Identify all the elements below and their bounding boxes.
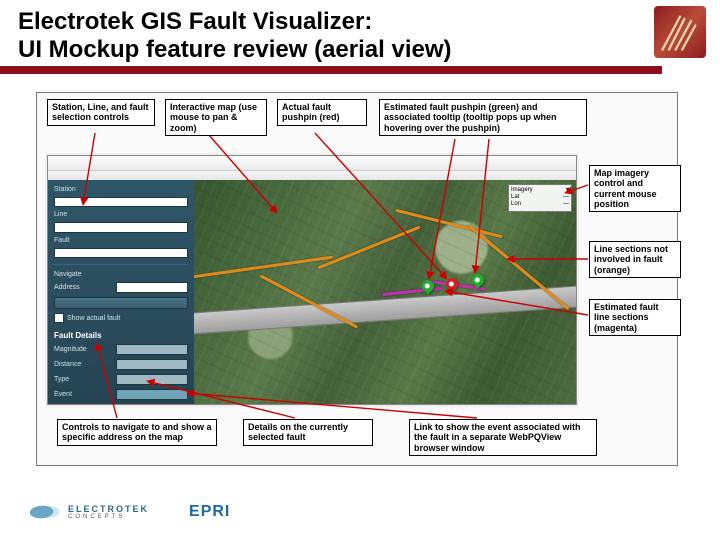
line-section-orange [395, 209, 502, 239]
map-view[interactable]: Imagery▾ Lat— Lon— [194, 180, 576, 404]
detail-label: Type [54, 376, 112, 383]
detail-value [116, 359, 188, 370]
slide-title: Electrotek GIS Fault Visualizer: UI Mock… [18, 8, 650, 63]
fault-details-title: Fault Details [54, 331, 188, 340]
station-label: Station [54, 186, 188, 193]
go-button[interactable] [54, 297, 188, 309]
browser-window: Station Line Fault Navigate Address Show… [47, 155, 577, 405]
browser-titlebar [48, 156, 576, 171]
detail-value [116, 344, 188, 355]
line-section-orange [317, 226, 420, 270]
title-line-2: UI Mockup feature review (aerial view) [18, 36, 452, 63]
station-select[interactable] [54, 197, 188, 207]
footer: ELECTROTEK CONCEPTS EPRI [0, 484, 720, 540]
detail-label: Magnitude [54, 346, 112, 353]
road [194, 281, 576, 334]
lat-label: Lat [511, 194, 519, 201]
callout-station-controls: Station, Line, and fault selection contr… [47, 99, 155, 126]
detail-value [116, 374, 188, 385]
callout-map-imagery: Map imagery control and current mouse po… [589, 165, 681, 212]
app-sidebar: Station Line Fault Navigate Address Show… [48, 180, 194, 404]
fault-label: Fault [54, 237, 188, 244]
line-select[interactable] [54, 222, 188, 232]
checkbox-icon [54, 313, 64, 323]
epri-logo: EPRI [189, 503, 230, 521]
pushpin-actual-red[interactable] [444, 276, 461, 293]
title-line-1: Electrotek GIS Fault Visualizer: [18, 8, 372, 35]
callout-interactive-map: Interactive map (use mouse to pan & zoom… [165, 99, 267, 136]
electrotek-logo: ELECTROTEK CONCEPTS [28, 501, 149, 523]
diagram-stage: Station, Line, and fault selection contr… [36, 92, 678, 466]
app-frame: Station Line Fault Navigate Address Show… [48, 180, 576, 404]
electrotek-swirl-icon [26, 501, 64, 523]
callout-magenta-sections: Estimated fault line sections (magenta) [589, 299, 681, 336]
callout-navigate-controls: Controls to navigate to and show a speci… [57, 419, 217, 446]
line-label: Line [54, 211, 188, 218]
map-imagery-control[interactable]: Imagery▾ Lat— Lon— [508, 184, 572, 212]
electrotek-name: ELECTROTEK [68, 505, 149, 514]
divider [54, 264, 188, 265]
event-link[interactable] [116, 389, 188, 400]
address-input[interactable] [116, 282, 188, 293]
callout-webpqview-link: Link to show the event associated with t… [409, 419, 597, 456]
fault-select[interactable] [54, 248, 188, 258]
detail-label: Distance [54, 361, 112, 368]
address-label: Address [54, 284, 112, 291]
divider-bar [0, 66, 662, 74]
lon-label: Lon [511, 201, 521, 208]
detail-label: Event [54, 391, 112, 398]
show-fault-label: Show actual fault [67, 315, 120, 322]
navigate-label: Navigate [54, 271, 188, 278]
callout-estimated-pushpin: Estimated fault pushpin (green) and asso… [379, 99, 587, 136]
callout-orange-sections: Line sections not involved in fault (ora… [589, 241, 681, 278]
detail-row: Magnitude [54, 344, 188, 355]
electrotek-sub: CONCEPTS [68, 514, 149, 520]
callout-fault-details: Details on the currently selected fault [243, 419, 373, 446]
decorative-logo [654, 6, 706, 58]
show-fault-checkbox[interactable]: Show actual fault [54, 313, 188, 323]
callout-actual-pushpin: Actual fault pushpin (red) [277, 99, 367, 126]
detail-row: Type [54, 374, 188, 385]
imagery-label: Imagery [511, 187, 533, 194]
detail-row: Event [54, 389, 188, 400]
detail-row: Distance [54, 359, 188, 370]
